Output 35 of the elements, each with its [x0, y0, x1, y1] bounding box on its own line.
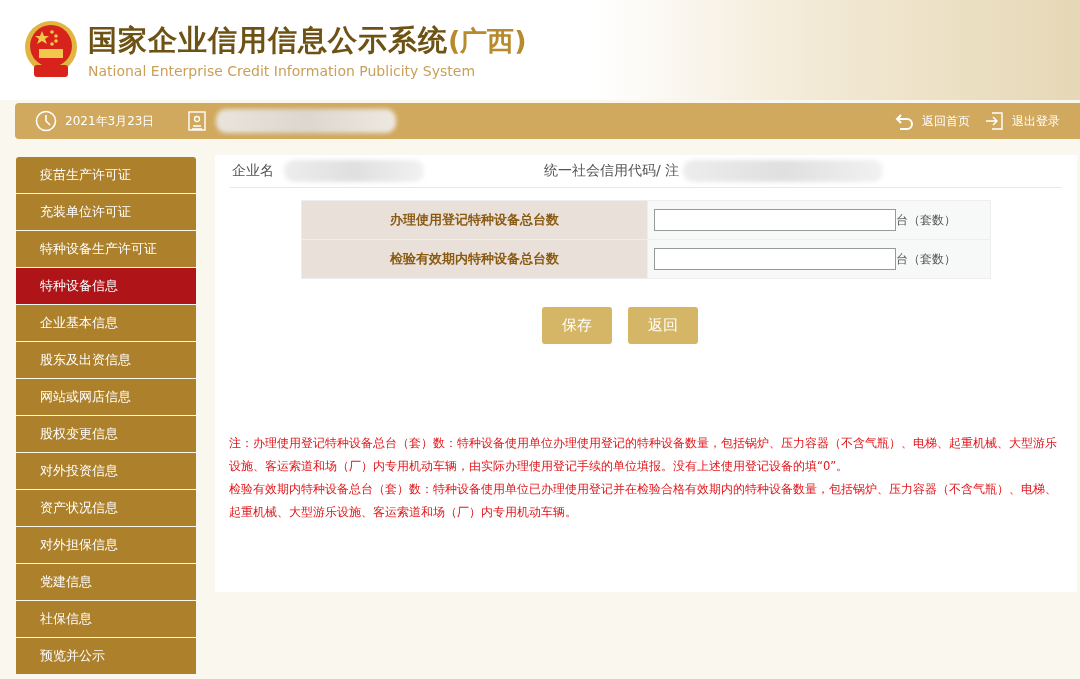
sidebar-item[interactable]: 疫苗生产许可证	[16, 157, 196, 193]
sidebar-item[interactable]: 党建信息	[16, 564, 196, 600]
save-button[interactable]: 保存	[542, 307, 612, 344]
company-name-label: 企业名	[232, 162, 274, 180]
unit-label: 台（套数）	[896, 251, 956, 266]
sidebar-item[interactable]: 股权变更信息	[16, 416, 196, 452]
sidebar-item[interactable]: 对外担保信息	[16, 527, 196, 563]
sidebar-item[interactable]: 特种设备信息	[16, 268, 196, 304]
id-card-icon	[186, 110, 209, 132]
back-button[interactable]: 返回	[628, 307, 698, 344]
input-field[interactable]	[654, 248, 896, 270]
site-subtitle: National Enterprise Credit Information Publicity System	[88, 63, 477, 79]
logout-icon	[984, 110, 1006, 132]
note-text: 注：办理使用登记特种设备总台（套）数：特种设备使用单位办理使用登记的特种设备数量，包括锅炉、压力容器（不含气瓶）、电梯、起重机械、大型游乐设施、客运索道和场（厂）内专用机动车辆，由实际办理使用登记手续的单位填报。没有上述使用登记设备的填“0”。	[229, 435, 1058, 475]
unit-label: 台（套数）	[896, 212, 956, 227]
sidebar-item[interactable]: 特种设备生产许可证	[16, 231, 196, 267]
sidebar-item[interactable]: 股东及出资信息	[16, 342, 196, 378]
sidebar-item[interactable]: 社保信息	[16, 601, 196, 637]
sidebar-item[interactable]: 对外投资信息	[16, 453, 196, 489]
field-label: 检验有效期内特种设备总台数	[301, 239, 648, 279]
note-text: 检验有效期内特种设备总台（套）数：特种设备使用单位已办理使用登记并在检验合格有效期内的特种设备数量，包括锅炉、压力容器（不含气瓶）、电梯、起重机械、大型游乐设施、客运索道和场（厂）内专用机动车辆。	[229, 481, 1058, 521]
sidebar-item[interactable]: 网站或网店信息	[16, 379, 196, 415]
date-label: 2021年3月23日	[65, 112, 155, 130]
site-title: 国家企业信用信息公示系统	[88, 22, 448, 59]
credit-code-label: 统一社会信用代码/ 注	[544, 162, 680, 180]
logout-link[interactable]: 退出登录	[1012, 112, 1060, 130]
input-field[interactable]	[654, 209, 896, 231]
field-label: 办理使用登记特种设备总台数	[301, 200, 648, 240]
sidebar-item[interactable]: 资产状况信息	[16, 490, 196, 526]
sidebar-item[interactable]: 预览并公示	[16, 638, 196, 674]
sidebar-item[interactable]: 充装单位许可证	[16, 194, 196, 230]
region-label: (广西)	[448, 24, 527, 58]
sidebar-item[interactable]: 企业基本信息	[16, 305, 196, 341]
home-link[interactable]: 返回首页	[922, 112, 970, 130]
clock-icon	[35, 110, 57, 132]
